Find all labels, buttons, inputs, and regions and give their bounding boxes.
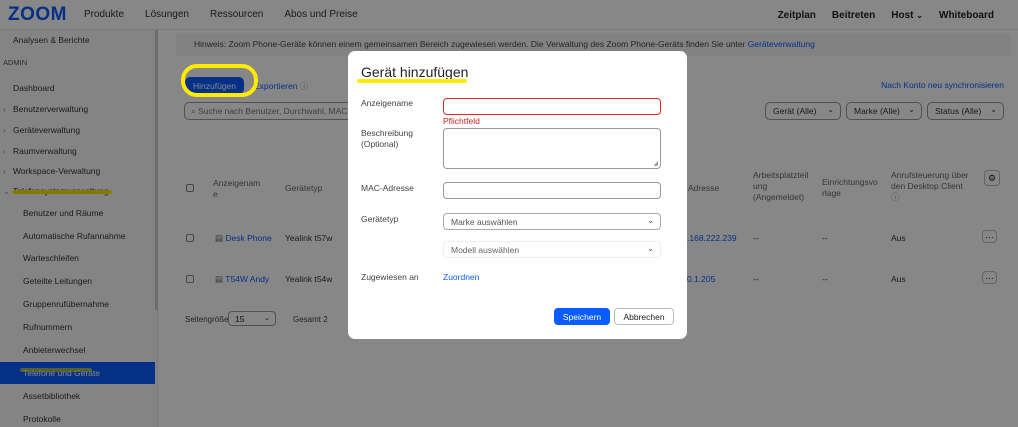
- cancel-button[interactable]: Abbrechen: [614, 308, 674, 325]
- resize-handle-icon[interactable]: ◢: [653, 160, 658, 167]
- description-label: Beschreibung (Optional): [361, 128, 413, 149]
- name-input[interactable]: [443, 98, 661, 115]
- brand-select[interactable]: Marke auswählen ⌄: [443, 213, 661, 230]
- save-button[interactable]: Speichern: [554, 308, 610, 325]
- description-textarea[interactable]: ◢: [443, 128, 661, 169]
- chevron-down-icon: ⌄: [647, 244, 654, 253]
- mac-label: MAC-Adresse: [361, 183, 414, 193]
- add-device-dialog: Gerät hinzufügen Anzeigename Pflichtfeld…: [348, 51, 687, 339]
- highlight-underline: [357, 79, 467, 83]
- required-error: Pflichtfeld: [443, 116, 480, 126]
- highlight-circle: [181, 64, 258, 97]
- dialog-title: Gerät hinzufügen: [361, 64, 469, 80]
- assigned-label: Zugewiesen an: [361, 272, 419, 282]
- mac-input[interactable]: [443, 182, 661, 199]
- assign-link[interactable]: Zuordnen: [443, 272, 479, 282]
- brand-select-placeholder: Marke auswählen: [451, 217, 518, 227]
- model-select[interactable]: Modell auswählen ⌄: [443, 241, 661, 258]
- model-select-placeholder: Modell auswählen: [451, 245, 520, 255]
- name-label: Anzeigename: [361, 98, 413, 108]
- chevron-down-icon: ⌄: [647, 216, 654, 225]
- device-type-label: Gerätetyp: [361, 214, 399, 224]
